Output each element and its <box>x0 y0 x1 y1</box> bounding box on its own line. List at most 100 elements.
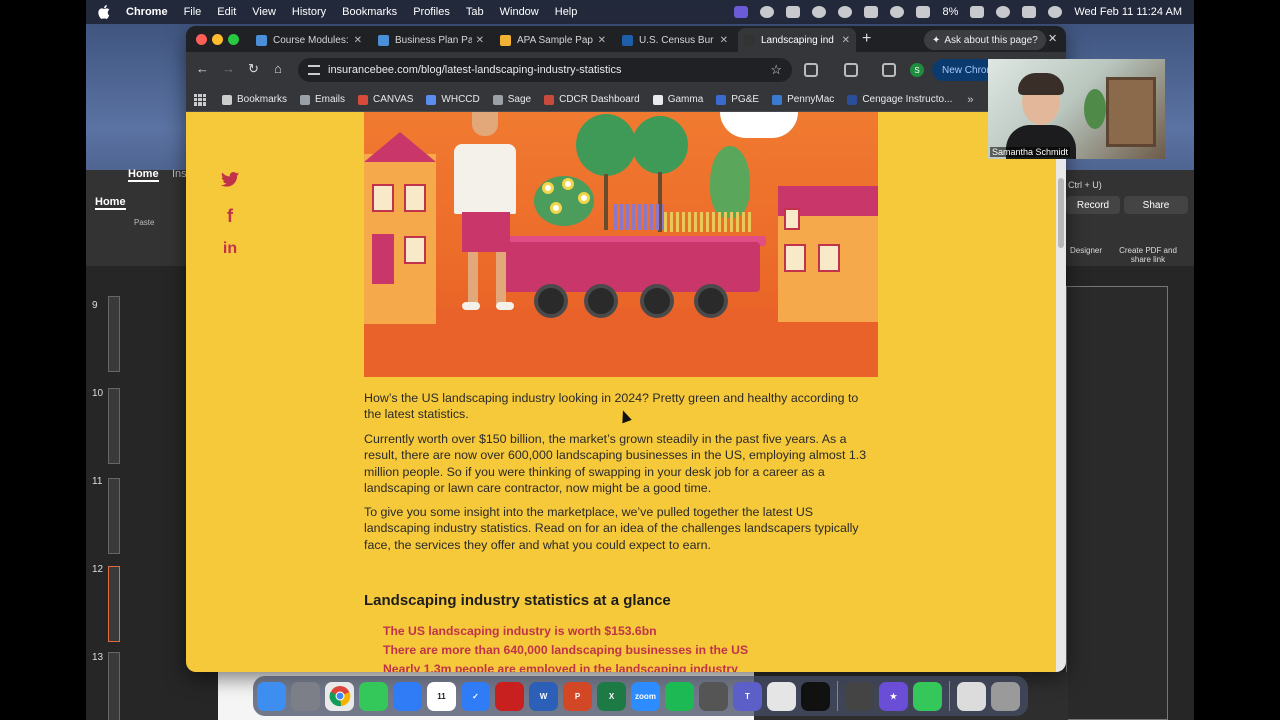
slide-thumbnail-active[interactable] <box>108 566 120 642</box>
zoom-app-icon[interactable]: zoom <box>631 681 660 711</box>
powerpoint-icon[interactable]: P <box>563 681 592 711</box>
imovie-icon[interactable]: ★ <box>879 681 908 711</box>
battery-icon[interactable] <box>970 6 985 18</box>
bluetooth-icon[interactable] <box>916 6 931 18</box>
trash-icon[interactable] <box>991 681 1020 711</box>
browser-tab[interactable]: U.S. Census Bur ✕ <box>616 28 734 52</box>
bookmarks-overflow-icon[interactable]: » <box>967 94 973 106</box>
menu-profiles[interactable]: Profiles <box>413 6 450 18</box>
slide-thumbnail[interactable] <box>108 388 120 464</box>
webpage-viewport[interactable]: f in How’s the US landscaping industry l… <box>186 112 1056 672</box>
page-scrollbar[interactable] <box>1056 112 1066 672</box>
menu-tab[interactable]: Tab <box>466 6 484 18</box>
back-arrow-icon[interactable]: ← <box>196 61 209 76</box>
grammarly-icon[interactable] <box>760 6 775 18</box>
launchpad-icon[interactable] <box>291 681 320 711</box>
mail-icon[interactable] <box>393 681 422 711</box>
window-close-button[interactable] <box>196 34 207 45</box>
browser-tab[interactable]: Business Plan Pa ✕ <box>372 28 490 52</box>
office-home-tab-back[interactable]: Home <box>95 196 126 210</box>
designer-button[interactable]: Designer <box>1070 246 1102 255</box>
excel-icon[interactable]: X <box>597 681 626 711</box>
bookmark-star-icon[interactable]: ☆ <box>770 62 782 78</box>
window-zoom-button[interactable] <box>228 34 239 45</box>
tab-search-icon[interactable] <box>844 63 858 77</box>
bookmark-item[interactable]: CDCR Dashboard <box>544 94 640 105</box>
tab-close-icon[interactable]: ✕ <box>354 35 362 46</box>
utility-icon[interactable] <box>845 681 874 711</box>
twitter-icon[interactable] <box>220 172 240 192</box>
menu-file[interactable]: File <box>184 6 202 18</box>
tab-close-icon[interactable]: ✕ <box>598 35 606 46</box>
office-home-tab[interactable]: Home <box>128 168 159 182</box>
messages-icon[interactable] <box>359 681 388 711</box>
bookmark-item[interactable]: Sage <box>492 94 531 105</box>
spotify-icon[interactable] <box>665 681 694 711</box>
menubar-app-name[interactable]: Chrome <box>126 6 168 18</box>
phone-icon[interactable] <box>913 681 942 711</box>
office-insert-tab[interactable]: Ins <box>172 168 187 180</box>
office-paste-label[interactable]: Paste <box>134 218 154 227</box>
new-tab-button[interactable]: + <box>862 30 871 48</box>
menu-bookmarks[interactable]: Bookmarks <box>342 6 397 18</box>
calendar-icon[interactable]: 11 <box>427 681 456 711</box>
scrollbar-thumb[interactable] <box>1058 178 1064 248</box>
siri-icon[interactable] <box>1048 6 1063 18</box>
linkedin-icon[interactable]: in <box>220 240 240 258</box>
site-info-icon[interactable] <box>308 65 320 75</box>
menu-window[interactable]: Window <box>500 6 539 18</box>
menu-history[interactable]: History <box>292 6 326 18</box>
menubar-clock[interactable]: Wed Feb 11 11:24 AM <box>1074 6 1182 18</box>
zoom-icon[interactable] <box>786 6 801 18</box>
facebook-icon[interactable]: f <box>220 206 240 227</box>
bookmark-item[interactable]: CANVAS <box>358 94 413 105</box>
address-url[interactable]: insurancebee.com/blog/latest-landscaping… <box>328 64 770 76</box>
apps-grid-icon[interactable] <box>194 93 206 106</box>
create-pdf-button[interactable]: Create PDF and share link <box>1118 246 1178 264</box>
bookmark-item[interactable]: Emails <box>300 94 345 105</box>
chatgpt-icon[interactable] <box>801 681 830 711</box>
menu-view[interactable]: View <box>252 6 276 18</box>
profile-avatar[interactable]: S <box>910 63 924 77</box>
document-icon[interactable] <box>957 681 986 711</box>
acrobat-icon[interactable] <box>495 681 524 711</box>
browser-tab[interactable]: Course Modules: ✕ <box>250 28 368 52</box>
tab-close-icon[interactable]: ✕ <box>842 35 850 46</box>
stat-bullet-link[interactable]: There are more than 640,000 landscaping … <box>383 641 748 660</box>
bookmark-item[interactable]: Bookmarks <box>222 94 287 105</box>
tab-close-icon[interactable]: ✕ <box>720 35 728 46</box>
control-center-icon[interactable] <box>1022 6 1037 18</box>
ask-about-page-button[interactable]: ✦ Ask about this page? <box>924 30 1046 50</box>
bookmark-item[interactable]: PennyMac <box>772 94 834 105</box>
finder-icon[interactable] <box>257 681 286 711</box>
display-icon[interactable] <box>864 6 879 18</box>
bookmark-item[interactable]: Cengage Instructo... <box>847 94 952 105</box>
ask-close-icon[interactable]: ✕ <box>1048 32 1057 45</box>
reload-icon[interactable]: ↻ <box>248 61 259 77</box>
sync-icon[interactable] <box>838 6 853 18</box>
tasks-icon[interactable]: ✓ <box>461 681 490 711</box>
extensions-icon[interactable] <box>804 63 818 77</box>
bookmark-item[interactable]: WHCCD <box>426 94 480 105</box>
bookmark-item[interactable]: PG&E <box>716 94 759 105</box>
screen-share-icon[interactable] <box>734 6 749 18</box>
slide-thumbnail[interactable] <box>108 652 120 720</box>
address-bar[interactable]: insurancebee.com/blog/latest-landscaping… <box>298 58 792 82</box>
stat-bullet-link[interactable]: The US landscaping industry is worth $15… <box>383 622 748 641</box>
files-icon[interactable] <box>767 681 796 711</box>
share-button[interactable]: Share <box>1124 196 1188 214</box>
window-minimize-button[interactable] <box>212 34 223 45</box>
slide-thumbnail[interactable] <box>108 296 120 372</box>
browser-tab[interactable]: APA Sample Pap ✕ <box>494 28 612 52</box>
extension-puzzle-icon[interactable] <box>882 63 896 77</box>
word-icon[interactable]: W <box>529 681 558 711</box>
teams-icon[interactable]: T <box>733 681 762 711</box>
home-icon[interactable]: ⌂ <box>274 61 282 76</box>
bookmark-item[interactable]: Gamma <box>652 94 703 105</box>
chrome-icon[interactable] <box>325 681 354 711</box>
wifi-icon[interactable] <box>996 6 1011 18</box>
browser-tab-active[interactable]: Landscaping ind ✕ <box>738 28 856 52</box>
slide-thumbnail[interactable] <box>108 478 120 554</box>
tab-close-icon[interactable]: ✕ <box>476 35 484 46</box>
cloud-icon[interactable] <box>812 6 827 18</box>
